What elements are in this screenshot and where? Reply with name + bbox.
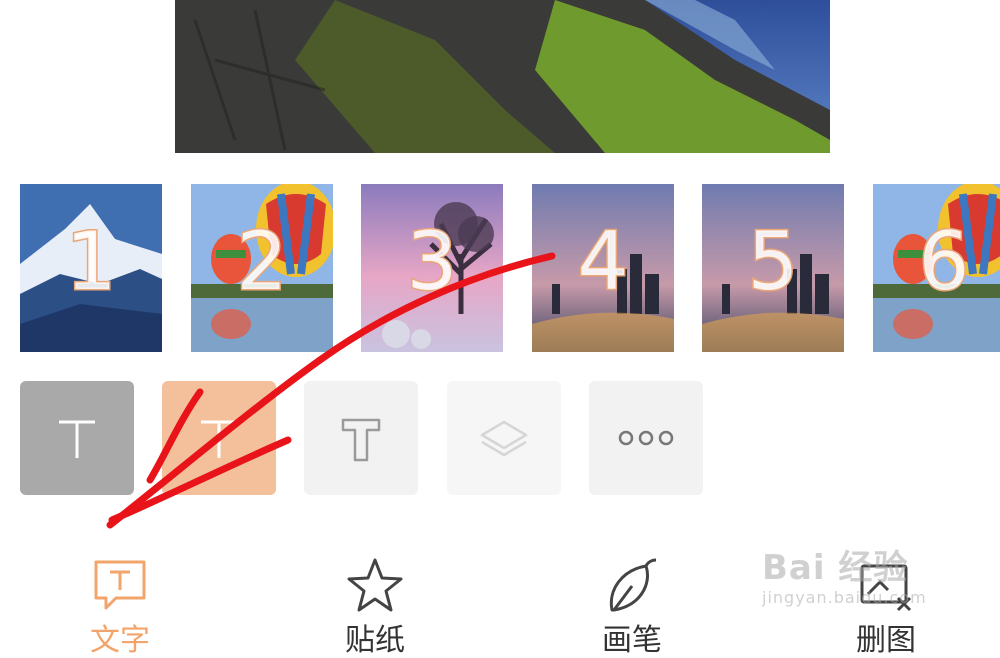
text-bubble-icon — [94, 560, 146, 610]
text-style-button-gray[interactable] — [20, 381, 134, 495]
text-style-button-orange[interactable] — [162, 381, 276, 495]
template-thumbnail-3[interactable]: 3 — [361, 184, 503, 352]
thumbnail-number: 3 — [405, 215, 459, 308]
template-thumbnail-5[interactable]: 5 — [702, 184, 844, 352]
brush-leaf-icon — [609, 558, 657, 612]
watermark-url: jingyan.baidu.com — [762, 588, 927, 607]
watermark: Bai 经验 jingyan.baidu.com — [762, 548, 952, 618]
thumbnail-number: 4 — [576, 215, 630, 308]
text-outline-icon — [341, 418, 381, 462]
layers-button[interactable] — [447, 381, 561, 495]
text-icon — [201, 420, 237, 458]
template-thumbnail-6[interactable]: 6 — [873, 184, 1000, 352]
tab-label: 画笔 — [602, 623, 662, 658]
tab-brush[interactable]: 画笔 — [572, 554, 692, 658]
template-thumbnail-strip: 1 2 3 4 5 6 — [0, 182, 1000, 354]
layers-icon — [480, 420, 528, 457]
template-thumbnail-2[interactable]: 2 — [191, 184, 333, 352]
text-style-button-outline[interactable] — [304, 381, 418, 495]
text-style-toolbar — [0, 381, 1000, 497]
thumbnail-number: 2 — [235, 215, 289, 308]
template-thumbnail-1[interactable]: 1 — [20, 184, 162, 352]
thumbnail-number: 5 — [746, 215, 800, 308]
more-button[interactable] — [589, 381, 703, 495]
preview-image — [175, 0, 830, 153]
tab-label: 删图 — [856, 623, 916, 658]
template-thumbnail-4[interactable]: 4 — [532, 184, 674, 352]
tab-label: 文字 — [90, 623, 150, 658]
star-icon — [347, 558, 403, 612]
watermark-main-text: Bai 经验 — [762, 548, 909, 588]
text-icon — [59, 420, 95, 458]
tab-text[interactable]: 文字 — [60, 554, 180, 658]
more-icon — [618, 430, 674, 446]
thumbnail-number: 1 — [64, 215, 118, 308]
tab-label: 贴纸 — [345, 623, 405, 658]
thumbnail-number: 6 — [917, 215, 971, 308]
tab-sticker[interactable]: 贴纸 — [315, 554, 435, 658]
